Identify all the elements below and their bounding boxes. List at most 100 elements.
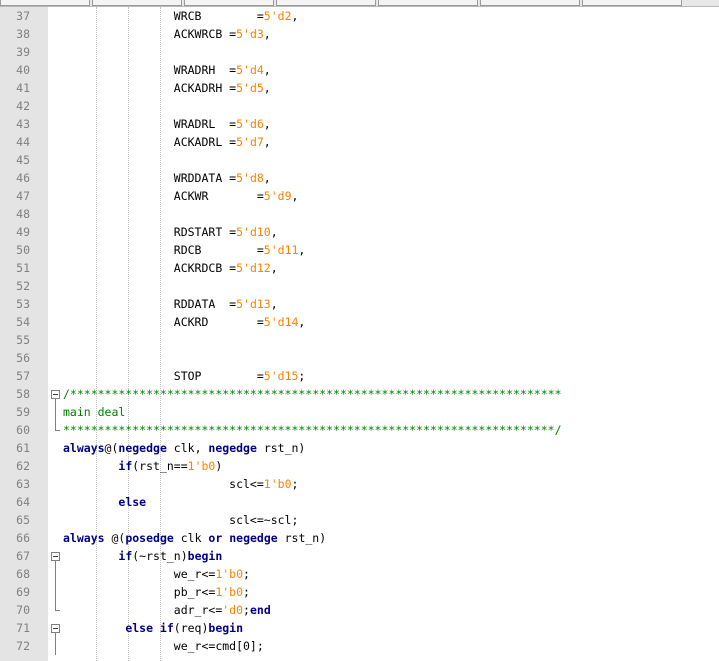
line-number: 65 — [16, 513, 30, 527]
code-line[interactable]: 40 WRADRH =5'd4, — [0, 61, 719, 79]
line-number: 62 — [16, 459, 30, 473]
code-line[interactable]: 68 we_r<=1'b0; — [0, 565, 719, 583]
code-line[interactable]: 44 ACKADRL =5'd7, — [0, 133, 719, 151]
code-line[interactable]: 57 STOP =5'd15; — [0, 367, 719, 385]
line-number: 52 — [16, 279, 30, 293]
code-line[interactable]: 63 scl<=1'b0; — [0, 475, 719, 493]
code-line[interactable]: 60 **************************************… — [0, 421, 719, 439]
code-token: ; — [298, 369, 306, 383]
code-token: rst_n) — [277, 531, 327, 545]
fold-collapse-icon[interactable] — [50, 385, 62, 403]
code-line[interactable]: 41 ACKADRH =5'd5, — [0, 79, 719, 97]
code-line[interactable]: 55 — [0, 331, 719, 349]
code-line[interactable]: 46 WRDDATA =5'd8, — [0, 169, 719, 187]
code-token: ACKRDCB = — [63, 261, 237, 275]
code-token: ACKRD = — [63, 315, 264, 329]
code-line[interactable]: 51 ACKRDCB =5'd12, — [0, 259, 719, 277]
keyword-token: negedge — [229, 531, 278, 545]
code-line[interactable]: 65 scl<=~scl; — [0, 511, 719, 529]
fold-line — [50, 403, 62, 421]
number-token: 5'd8 — [236, 171, 264, 185]
code-token: ACKADRH = — [63, 81, 237, 95]
line-number: 59 — [16, 405, 30, 419]
code-line[interactable]: 47 ACKWR =5'd9, — [0, 187, 719, 205]
code-line[interactable]: 70 adr_r<='d0;end — [0, 601, 719, 619]
code-line[interactable]: 52 — [0, 277, 719, 295]
code-text: WRADRH =5'd4, — [63, 61, 271, 79]
code-token: RDCB = — [63, 243, 264, 257]
editor-tab[interactable] — [92, 0, 182, 6]
code-line[interactable]: 67 if(~rst_n)begin — [0, 547, 719, 565]
code-text: always @(posedge clk or negedge rst_n) — [63, 529, 326, 547]
code-text: we_r<=cmd[0]; — [63, 637, 264, 655]
code-line[interactable]: 62 if(rst_n==1'b0) — [0, 457, 719, 475]
number-token: 5'd7 — [236, 135, 264, 149]
code-token: ; — [291, 477, 299, 491]
fold-collapse-icon[interactable] — [50, 547, 62, 565]
code-token: WRDDATA = — [63, 171, 237, 185]
code-line[interactable]: 45 — [0, 151, 719, 169]
editor-tab[interactable] — [582, 0, 682, 6]
code-token: clk — [173, 531, 209, 545]
code-line[interactable]: 38 ACKWRCB =5'd3, — [0, 25, 719, 43]
code-text: ACKRD =5'd14, — [63, 313, 306, 331]
editor-tab[interactable] — [378, 0, 478, 6]
code-text: WRADRL =5'd6, — [63, 115, 271, 133]
code-line[interactable]: 61 always@(negedge clk, negedge rst_n) — [0, 439, 719, 457]
code-line[interactable]: 53 RDDATA =5'd13, — [0, 295, 719, 313]
code-token: , — [263, 63, 271, 77]
code-token: , — [263, 171, 271, 185]
line-number: 42 — [16, 99, 30, 113]
code-line[interactable]: 69 pb_r<=1'b0; — [0, 583, 719, 601]
code-line[interactable]: 49 RDSTART =5'd10, — [0, 223, 719, 241]
code-line[interactable]: 42 — [0, 97, 719, 115]
number-token: 1'b0 — [215, 585, 244, 599]
line-number: 43 — [16, 117, 30, 131]
code-line[interactable]: 54 ACKRD =5'd14, — [0, 313, 719, 331]
editor-tab[interactable] — [276, 0, 376, 6]
code-line[interactable]: 59 main deal — [0, 403, 719, 421]
fold-end-marker — [50, 421, 62, 439]
code-text: ACKWR =5'd9, — [63, 187, 299, 205]
number-token: 5'd4 — [236, 63, 264, 77]
code-line[interactable]: 50 RDCB =5'd11, — [0, 241, 719, 259]
editor-tab[interactable] — [480, 0, 580, 6]
keyword-token: if — [118, 459, 133, 473]
editor-tab[interactable] — [0, 0, 90, 6]
editor-tab[interactable] — [184, 0, 274, 6]
code-line[interactable]: 56 — [0, 349, 719, 367]
code-token: ; — [243, 567, 250, 581]
keyword-token: posedge — [125, 531, 174, 545]
code-text: pb_r<=1'b0; — [63, 583, 250, 601]
line-number: 72 — [16, 639, 30, 653]
code-line[interactable]: 39 — [0, 43, 719, 61]
code-text: /***************************************… — [63, 385, 562, 403]
code-token: rst_n) — [256, 441, 306, 455]
code-text: ACKWRCB =5'd3, — [63, 25, 271, 43]
fold-collapse-icon[interactable] — [50, 619, 62, 637]
code-token: (rst_n== — [132, 459, 188, 473]
code-line[interactable]: 64 else — [0, 493, 719, 511]
code-token: , — [263, 81, 271, 95]
code-token: @( — [104, 441, 119, 455]
line-number: 49 — [16, 225, 30, 239]
line-number: 47 — [16, 189, 30, 203]
code-text: if(rst_n==1'b0) — [63, 457, 222, 475]
code-line[interactable]: 37 WRCB =5'd2, — [0, 7, 719, 25]
code-line[interactable]: 43 WRADRL =5'd6, — [0, 115, 719, 133]
code-token: , — [263, 117, 271, 131]
code-line[interactable]: 58 /*************************************… — [0, 385, 719, 403]
code-text: main deal — [63, 403, 125, 421]
code-token: , — [263, 27, 271, 41]
number-token: 5'd3 — [236, 27, 264, 41]
code-token: (req) — [173, 621, 209, 635]
line-number: 58 — [16, 387, 30, 401]
code-token: scl<=~scl; — [63, 513, 299, 527]
code-line[interactable]: 48 — [0, 205, 719, 223]
keyword-token: always — [63, 441, 105, 455]
code-line[interactable]: 71 else if(req)begin — [0, 619, 719, 637]
code-editor[interactable]: 37 WRCB =5'd2, 38 ACKWRCB =5'd3, 39 40 WRAD… — [0, 7, 719, 655]
code-line[interactable]: 66 always @(posedge clk or negedge rst_n) — [0, 529, 719, 547]
code-line[interactable]: 72 we_r<=cmd[0]; — [0, 637, 719, 655]
